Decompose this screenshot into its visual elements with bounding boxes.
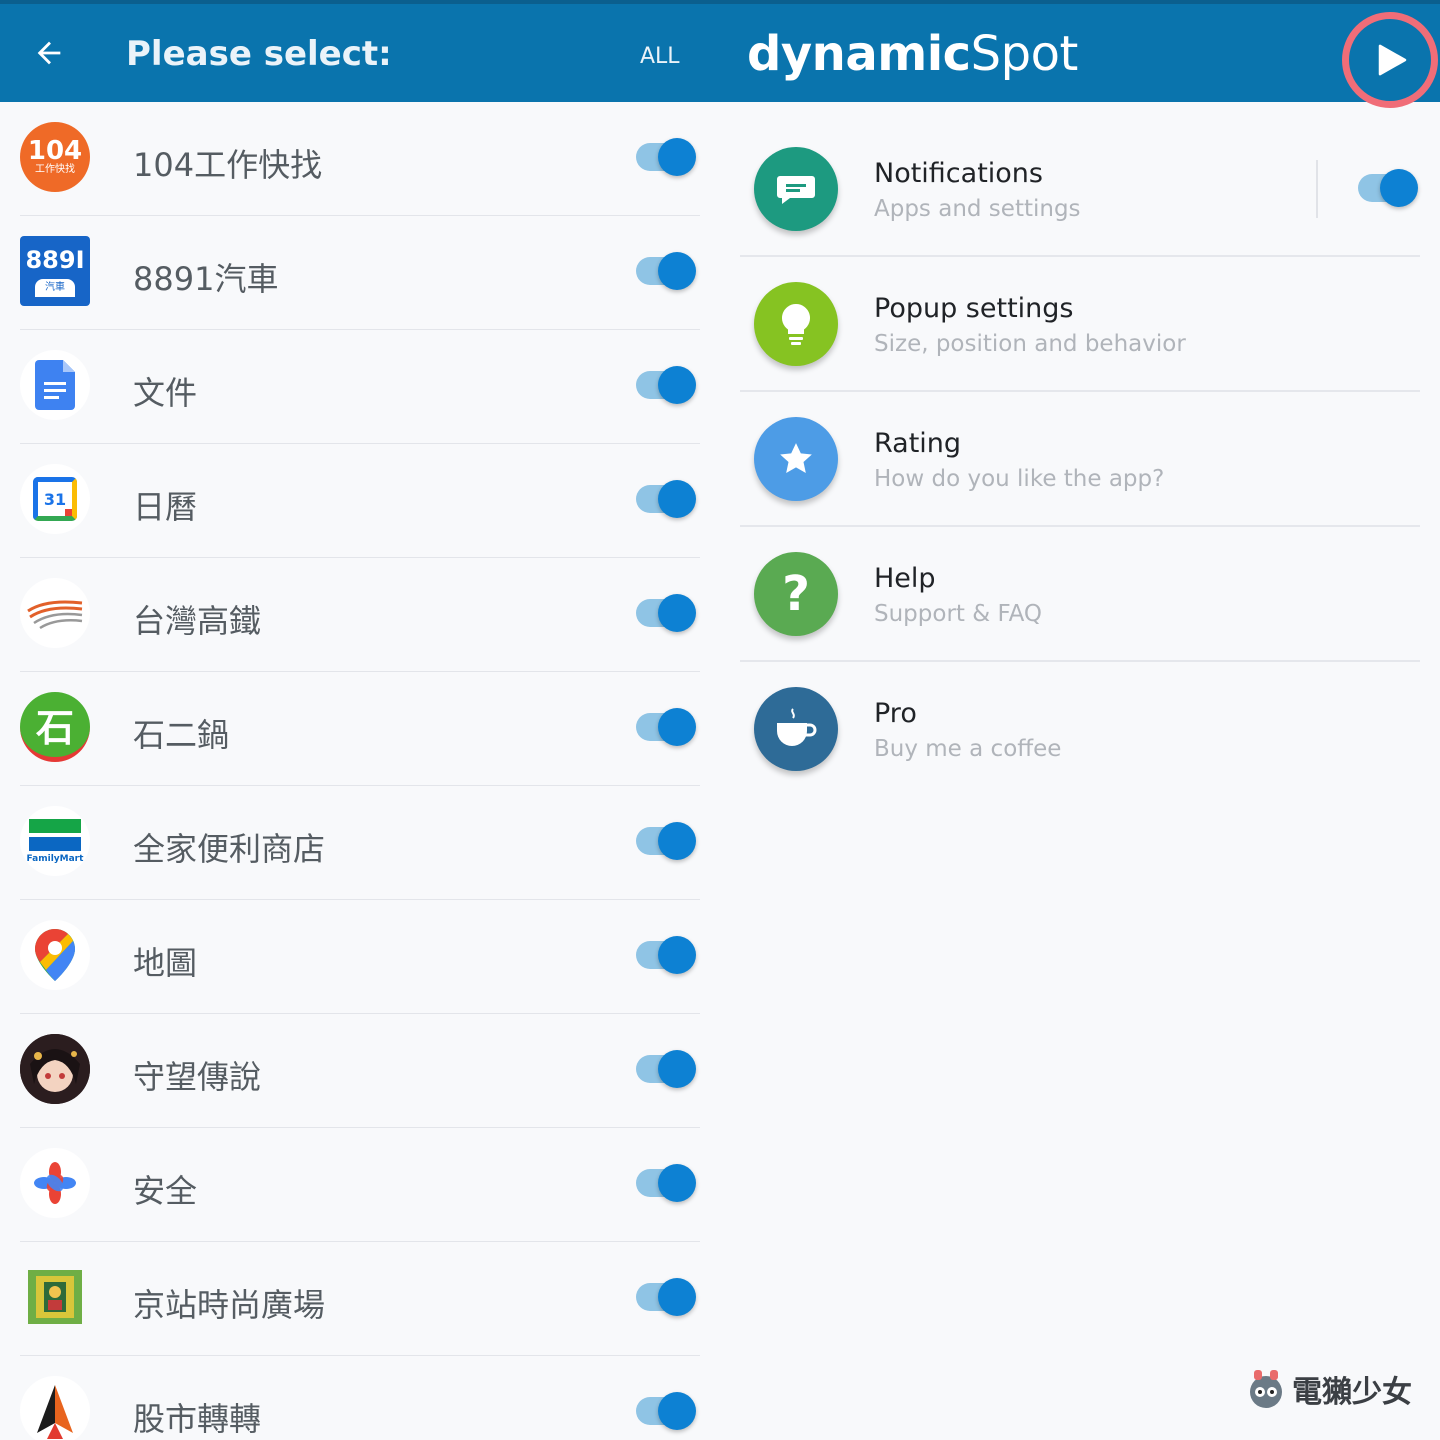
app-row-shi-er-guo[interactable]: 石 石二鍋 [0, 672, 720, 786]
settings-item-popup[interactable]: Popup settings Size, position and behavi… [720, 257, 1440, 392]
app-select-header: Please select: ALL [0, 0, 720, 102]
watermark-text: 電獺少女 [1292, 1375, 1412, 1410]
app-toggle[interactable] [636, 366, 696, 404]
settings-item-notifications[interactable]: Notifications Apps and settings [720, 122, 1440, 257]
app-name: 台灣高鐵 [133, 602, 262, 640]
shi-er-guo-icon-text: 石 [35, 706, 74, 750]
familymart-icon-text: FamilyMart [26, 853, 84, 864]
app-row-8891[interactable]: 889I 汽車 8891汽車 [0, 216, 720, 330]
shi-er-guo-icon: 石 [20, 692, 90, 762]
google-docs-icon [20, 350, 90, 420]
app-toggle[interactable] [636, 822, 696, 860]
settings-subtitle: Size, position and behavior [874, 331, 1186, 357]
app-toggle[interactable] [636, 252, 696, 290]
app-8891-icon: 889I 汽車 [20, 236, 90, 306]
settings-subtitle: Apps and settings [874, 196, 1081, 222]
app-toggle[interactable] [636, 594, 696, 632]
page-title: Please select: [126, 34, 392, 74]
app-name: 地圖 [133, 944, 198, 982]
app-name: 京站時尚廣場 [133, 1286, 326, 1324]
app-row-104[interactable]: 104 工作快找 104工作快找 [0, 102, 720, 216]
app-row-safety[interactable]: 安全 [0, 1128, 720, 1242]
app-row-maps[interactable]: 地圖 [0, 900, 720, 1014]
settings-title: Help [874, 563, 936, 594]
calendar-date: 31 [43, 489, 67, 509]
app-8891-icon-text: 889I [25, 246, 85, 274]
message-icon [754, 147, 838, 231]
stock-app-icon [20, 1376, 90, 1440]
app-toggle[interactable] [636, 1392, 696, 1430]
dynamicspot-pane: dynamicSpot Notifications Apps and setti… [720, 0, 1440, 1440]
settings-title: Notifications [874, 158, 1043, 189]
play-button[interactable] [1342, 12, 1438, 108]
settings-item-help[interactable]: ? Help Support & FAQ [720, 527, 1440, 662]
watermark: 電獺少女 [1246, 1364, 1426, 1414]
arrow-left-icon [37, 41, 61, 65]
app-toggle[interactable] [636, 936, 696, 974]
divider [1316, 160, 1318, 218]
settings-title: Rating [874, 428, 962, 459]
app-select-pane: Please select: ALL 104 工作快找 104工作快找 889I… [0, 0, 720, 1440]
settings-subtitle: Support & FAQ [874, 601, 1043, 627]
app-name: 股市轉轉 [133, 1400, 262, 1438]
google-calendar-icon: 31 [20, 464, 90, 534]
coffee-icon [754, 687, 838, 771]
app-104-icon-text: 104 [27, 136, 83, 166]
brand-bold: dynamic [747, 26, 971, 82]
app-row-qsquare[interactable]: 京站時尚廣場 [0, 1242, 720, 1356]
app-name: 104工作快找 [133, 146, 323, 184]
app-toggle[interactable] [636, 708, 696, 746]
familymart-icon: FamilyMart [20, 806, 90, 876]
app-toggle[interactable] [636, 1278, 696, 1316]
app-toggle[interactable] [636, 480, 696, 518]
app-toggle[interactable] [636, 138, 696, 176]
app-toggle[interactable] [636, 1050, 696, 1088]
app-bar: dynamicSpot [720, 0, 1440, 108]
question-glyph: ? [782, 566, 810, 622]
star-icon [754, 417, 838, 501]
app-name: 安全 [133, 1172, 198, 1210]
back-button[interactable] [22, 26, 76, 80]
app-brand: dynamicSpot [747, 26, 1078, 82]
app-name: 文件 [133, 374, 198, 412]
app-row-thsr[interactable]: 台灣高鐵 [0, 558, 720, 672]
app-name: 全家便利商店 [133, 830, 326, 868]
thsr-icon [20, 578, 90, 648]
app-8891-icon-sub: 汽車 [35, 279, 75, 297]
app-name: 日曆 [133, 488, 198, 526]
app-row-guardian-tales[interactable]: 守望傳說 [0, 1014, 720, 1128]
question-icon: ? [754, 552, 838, 636]
settings-list: Notifications Apps and settings Popup se… [720, 122, 1440, 797]
notifications-toggle[interactable] [1358, 169, 1418, 207]
guardian-tales-icon [20, 1034, 90, 1104]
app-row-calendar[interactable]: 31 日曆 [0, 444, 720, 558]
app-list: 104 工作快找 104工作快找 889I 汽車 8891汽車 文件 31 日曆… [0, 102, 720, 1440]
safety-icon [20, 1148, 90, 1218]
app-row-docs[interactable]: 文件 [0, 330, 720, 444]
app-104-icon-sub: 工作快找 [35, 164, 75, 175]
app-row-familymart[interactable]: FamilyMart 全家便利商店 [0, 786, 720, 900]
play-icon [1378, 44, 1407, 76]
settings-item-rating[interactable]: Rating How do you like the app? [720, 392, 1440, 527]
settings-title: Pro [874, 698, 917, 729]
app-104-icon: 104 工作快找 [20, 122, 90, 192]
app-toggle[interactable] [636, 1164, 696, 1202]
settings-item-pro[interactable]: Pro Buy me a coffee [720, 662, 1440, 797]
select-all-button[interactable]: ALL [640, 44, 710, 69]
qsquare-icon [20, 1262, 90, 1332]
google-maps-icon [20, 920, 90, 990]
app-row-stock[interactable]: 股市轉轉 [0, 1356, 720, 1440]
settings-subtitle: How do you like the app? [874, 466, 1165, 492]
app-name: 8891汽車 [133, 260, 279, 298]
lightbulb-icon [754, 282, 838, 366]
app-name: 守望傳說 [133, 1058, 262, 1096]
app-name: 石二鍋 [133, 716, 230, 754]
settings-subtitle: Buy me a coffee [874, 736, 1062, 762]
otter-logo-icon [1250, 1370, 1282, 1408]
brand-light: Spot [970, 26, 1079, 82]
settings-title: Popup settings [874, 293, 1074, 324]
